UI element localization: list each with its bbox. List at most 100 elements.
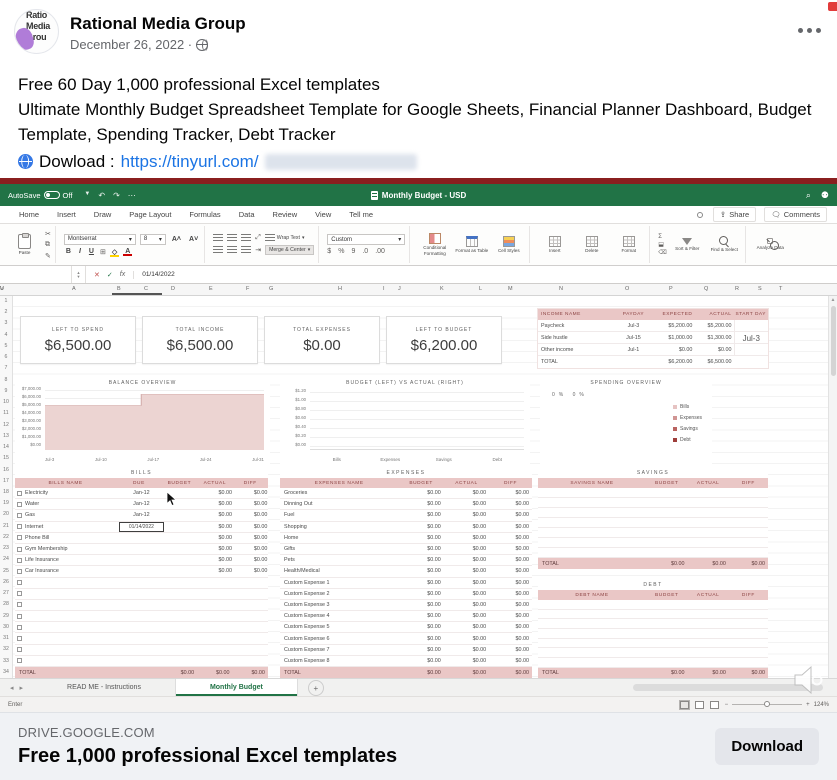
row-header[interactable]: 28	[0, 599, 12, 610]
column-header[interactable]: N	[559, 286, 563, 292]
save-icon[interactable]: ▼	[84, 191, 90, 200]
table-row[interactable]	[538, 639, 768, 649]
cell[interactable]: $0.00	[444, 580, 489, 586]
cell[interactable]: Jul-3	[616, 323, 651, 329]
cell[interactable]: $0.00	[235, 501, 270, 507]
conditional-formatting-button[interactable]: Conditional Formatting	[418, 233, 451, 256]
table-row[interactable]: Life Insurance $0.00 $0.00	[15, 555, 268, 566]
table-row[interactable]	[15, 633, 268, 644]
cell[interactable]: $0.00	[489, 647, 532, 653]
cell[interactable]: Jul-1	[616, 347, 651, 353]
cell[interactable]: Custom Expense 6	[280, 636, 398, 642]
cell[interactable]: $0.00	[489, 624, 532, 630]
checkbox[interactable]	[17, 591, 22, 596]
cell[interactable]: $1,000.00	[651, 335, 695, 341]
column-header[interactable]: I	[383, 286, 385, 292]
table-row[interactable]: Groceries $0.00 $0.00 $0.00	[280, 488, 532, 499]
zoom-level[interactable]: 124%	[814, 702, 829, 708]
cell[interactable]: Custom Expense 8	[280, 658, 398, 664]
start-day-cell[interactable]: Jul-3	[734, 320, 769, 356]
row-header[interactable]: 25	[0, 566, 12, 577]
table-row[interactable]: Custom Expense 8 $0.00 $0.00 $0.00	[280, 656, 532, 667]
column-header[interactable]: R	[735, 286, 739, 292]
undo-icon[interactable]: ↶	[98, 191, 105, 200]
zoom-slider[interactable]	[732, 704, 802, 705]
table-row[interactable]	[538, 538, 768, 548]
cell[interactable]: Home	[280, 535, 398, 541]
sheet-grid[interactable]: 1234567891011121314151617181920212223242…	[0, 296, 837, 678]
cell[interactable]: $0.00	[235, 524, 270, 530]
checkbox[interactable]	[17, 625, 22, 630]
cell[interactable]: $0.00	[489, 658, 532, 664]
cell[interactable]: $0.00	[444, 546, 489, 552]
find-select-button[interactable]: Find & Select	[708, 236, 741, 252]
column-header[interactable]: M	[508, 286, 513, 292]
scroll-up-icon[interactable]: ▲	[829, 297, 837, 303]
percent-format-icon[interactable]: %	[338, 248, 344, 255]
row-header[interactable]: 34	[0, 667, 12, 678]
table-row[interactable]	[538, 610, 768, 620]
cell[interactable]: $0.00	[235, 535, 270, 541]
checkbox[interactable]	[17, 491, 22, 496]
indent-icon[interactable]: ⇥	[255, 246, 261, 254]
cell[interactable]: Custom Expense 3	[280, 602, 398, 608]
page-break-view-icon[interactable]	[710, 701, 719, 709]
row-header[interactable]: 4	[0, 330, 12, 341]
cell[interactable]: Gas	[25, 512, 119, 518]
table-row[interactable]: Gym Membership $0.00 $0.00	[15, 544, 268, 555]
cell[interactable]: Health/Medical	[280, 568, 398, 574]
cell[interactable]: Jan-12	[119, 512, 165, 518]
row-header[interactable]: 12	[0, 420, 12, 431]
table-row[interactable]	[15, 622, 268, 633]
cell[interactable]: $0.00	[444, 591, 489, 597]
enter-icon[interactable]: ✓	[107, 271, 113, 279]
cell[interactable]: $0.00	[398, 546, 443, 552]
ribbon-tab[interactable]: Draw	[85, 206, 121, 224]
row-header[interactable]: 29	[0, 611, 12, 622]
ribbon-tab[interactable]: Formulas	[180, 206, 229, 224]
table-row[interactable]	[538, 498, 768, 508]
checkbox[interactable]	[17, 658, 22, 663]
checkbox[interactable]	[17, 535, 22, 540]
expenses-table[interactable]: EXPENSES EXPENSES NAME BUDGET ACTUAL DIF…	[280, 468, 532, 678]
align-center-icon[interactable]	[227, 246, 237, 254]
cell[interactable]: $0.00	[398, 647, 443, 653]
cell[interactable]: $0.00	[489, 512, 532, 518]
column-headers[interactable]: ABCDEFGHIJKLMNOPQRSTUV	[0, 284, 837, 296]
table-row[interactable]	[15, 578, 268, 589]
vertical-scrollbar[interactable]: ▲	[828, 296, 837, 678]
analyze-data-button[interactable]: Analyze Data	[754, 238, 787, 250]
table-row[interactable]	[538, 488, 768, 498]
cell[interactable]: Car Insurance	[25, 568, 119, 574]
row-header[interactable]: 23	[0, 543, 12, 554]
row-header[interactable]: 21	[0, 521, 12, 532]
row-header[interactable]: 2	[0, 307, 12, 318]
cell[interactable]: $0.00	[489, 602, 532, 608]
checkbox[interactable]	[17, 502, 22, 507]
row-header[interactable]: 31	[0, 633, 12, 644]
table-row[interactable]: Custom Expense 5 $0.00 $0.00 $0.00	[280, 622, 532, 633]
cell[interactable]: $0.00	[398, 613, 443, 619]
table-row[interactable]: Water Jan-12 $0.00 $0.00	[15, 499, 268, 510]
align-bottom-icon[interactable]	[241, 234, 251, 242]
zoom-in-icon[interactable]: +	[806, 702, 810, 708]
format-as-table-button[interactable]: Format as Table	[455, 236, 488, 253]
user-icon[interactable]: ⚉	[821, 190, 829, 201]
table-row[interactable]: Fuel $0.00 $0.00 $0.00	[280, 510, 532, 521]
table-row[interactable]	[538, 629, 768, 639]
table-row[interactable]	[538, 648, 768, 658]
row-header[interactable]: 13	[0, 431, 12, 442]
format-painter-icon[interactable]: ✎	[45, 252, 51, 260]
column-header[interactable]: V	[0, 286, 4, 292]
zoom-slider-knob[interactable]	[764, 701, 770, 707]
savings-total-row[interactable]: TOTAL $0.00 $0.00 $0.00	[538, 558, 768, 569]
cell[interactable]: $0.00	[398, 658, 443, 664]
table-row[interactable]: Shopping $0.00 $0.00 $0.00	[280, 522, 532, 533]
cell[interactable]: $0.00	[489, 490, 532, 496]
cell[interactable]: $0.00	[444, 636, 489, 642]
add-sheet-button[interactable]: +	[308, 680, 324, 696]
link-preview-card[interactable]: DRIVE.GOOGLE.COM Free 1,000 professional…	[0, 712, 837, 780]
paste-button[interactable]: Paste	[8, 234, 41, 255]
checkbox[interactable]	[17, 524, 22, 529]
cell[interactable]: $0.00	[489, 501, 532, 507]
